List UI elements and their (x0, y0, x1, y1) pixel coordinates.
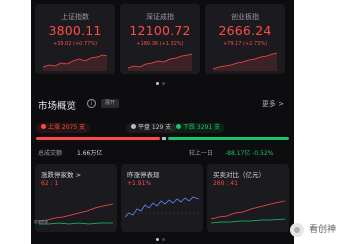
compare-label: 较上一日 (189, 150, 214, 157)
index-change: +180.36 (+1.32%) (136, 41, 184, 47)
source-note: 数据来源 (34, 220, 48, 224)
carousel-dots (156, 238, 165, 241)
compare-value: -88.17亿 -0.52% (225, 150, 274, 157)
yesterday-limit-card[interactable]: 昨涨停表现 +1.91% (121, 164, 203, 232)
index-name: 深证成指 (146, 13, 174, 21)
index-sparkline (128, 53, 192, 71)
carousel-dots (156, 82, 165, 85)
card-value: 62 : 1 (41, 180, 59, 187)
carousel-dot[interactable] (162, 238, 165, 241)
index-name: 上证指数 (61, 13, 89, 21)
limit-chart (39, 203, 113, 225)
app-screen: 上证指数 3800.11 +39.02 (+0.77%) 深证成指 12100.… (31, 0, 294, 244)
buy-sell-card[interactable]: 买卖对比（亿元） 260 : 41 (207, 164, 289, 232)
down-dot-icon (176, 124, 181, 129)
rise-count: 上涨 2075 支 (48, 124, 86, 131)
carousel-dot[interactable] (162, 82, 165, 85)
card-value: +1.91% (127, 180, 152, 187)
turnover-label: 总成交额 (38, 150, 63, 157)
fall-count-pill: 下跌 3291 支 (171, 123, 226, 133)
performance-chart (125, 196, 199, 218)
carousel-dot[interactable] (156, 82, 159, 85)
index-card-chinext[interactable]: 创业板指 2666.24 +79.17 (+2.73%) (205, 4, 285, 74)
fall-count: 下跌 3291 支 (183, 124, 221, 131)
index-sparkline (43, 54, 107, 71)
expand-tag[interactable]: 展开 (101, 99, 120, 108)
flat-dot-icon (131, 124, 136, 129)
index-change: +39.02 (+0.77%) (52, 41, 98, 47)
carousel-dot[interactable] (156, 238, 159, 241)
index-card-shenzhen[interactable]: 深证成指 12100.72 +180.36 (+1.32%) (120, 4, 200, 74)
info-icon[interactable]: i (87, 99, 96, 108)
index-sparkline (213, 52, 277, 71)
card-title: 买卖对比（亿元） (213, 171, 265, 179)
index-value: 12100.72 (129, 23, 191, 38)
watermark-text: 看创神 (309, 225, 337, 235)
index-card-shanghai[interactable]: 上证指数 3800.11 +39.02 (+0.77%) (35, 4, 115, 74)
flat-ratio-bar (162, 137, 166, 140)
section-title: 市场概览 (38, 101, 77, 112)
turnover-value: 1.66万亿 (77, 150, 103, 157)
fall-ratio-bar (168, 137, 289, 140)
index-change: +79.17 (+2.73%) (222, 41, 268, 47)
rise-ratio-bar (36, 137, 160, 140)
card-title: 涨跌停家数 > (41, 171, 82, 179)
flat-count-pill: 平盘 129 支 (126, 123, 177, 133)
rise-count-pill: 上涨 2075 支 (36, 123, 91, 133)
watermark-logo-icon (290, 223, 304, 237)
up-dot-icon (41, 124, 46, 129)
index-value: 3800.11 (48, 23, 102, 38)
flat-count: 平盘 129 支 (138, 124, 172, 131)
card-title: 昨涨停表现 (127, 171, 160, 179)
index-value: 2666.24 (218, 23, 272, 38)
buy-sell-chart (211, 200, 285, 224)
index-name: 创业板指 (231, 13, 259, 21)
card-value: 260 : 41 (213, 180, 238, 187)
more-link[interactable]: 更多 > (262, 99, 284, 109)
